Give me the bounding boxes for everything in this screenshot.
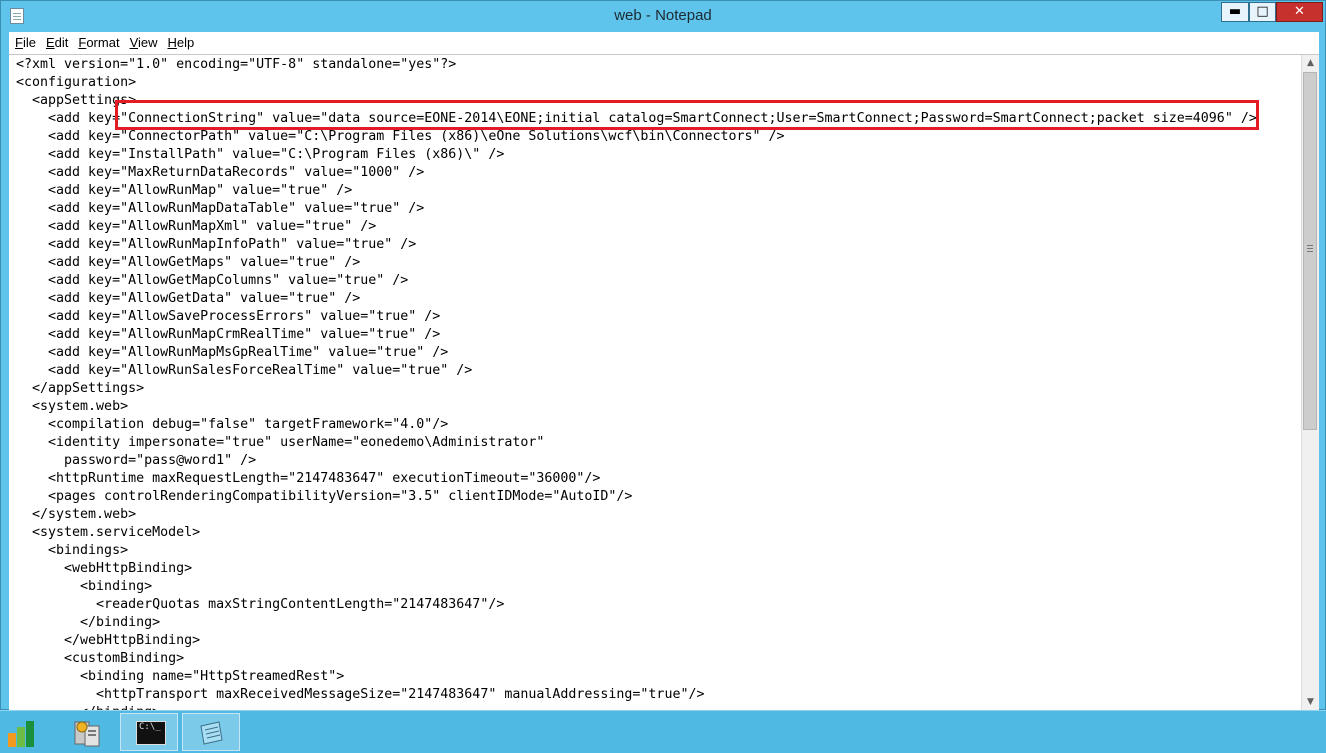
menu-file[interactable]: File <box>9 33 41 55</box>
scroll-grip-icon <box>1307 245 1313 246</box>
menu-format-rest: ormat <box>86 35 120 50</box>
text-line[interactable]: <add key="AllowRunMap" value="true" /> <box>16 182 1257 200</box>
text-line[interactable]: </system.web> <box>16 506 1257 524</box>
text-line[interactable]: <binding name="HttpStreamedRest"> <box>16 668 1257 686</box>
menu-help[interactable]: Help <box>163 33 200 55</box>
dynamics-start-button[interactable] <box>0 713 52 751</box>
text-line[interactable]: <add key="AllowSaveProcessErrors" value=… <box>16 308 1257 326</box>
text-line[interactable]: <compilation debug="false" targetFramewo… <box>16 416 1257 434</box>
server-manager-icon <box>74 721 100 747</box>
text-line[interactable]: <system.web> <box>16 398 1257 416</box>
text-line[interactable]: </binding> <box>16 614 1257 632</box>
text-line[interactable]: <add key="AllowGetData" value="true" /> <box>16 290 1257 308</box>
document-text[interactable]: <?xml version="1.0" encoding="UTF-8" sta… <box>16 56 1257 711</box>
close-button[interactable]: ✕ <box>1276 2 1323 22</box>
text-line[interactable]: <configuration> <box>16 74 1257 92</box>
command-prompt-icon: C:\_ <box>136 721 166 745</box>
notepad-taskbar-icon <box>200 721 223 745</box>
text-line[interactable]: <customBinding> <box>16 650 1257 668</box>
text-line[interactable]: <httpTransport maxReceivedMessageSize="2… <box>16 686 1257 704</box>
text-line[interactable]: <?xml version="1.0" encoding="UTF-8" sta… <box>16 56 1257 74</box>
menu-edit-key: E <box>45 35 55 50</box>
text-editor[interactable]: <?xml version="1.0" encoding="UTF-8" sta… <box>9 54 1319 711</box>
highlight-box <box>115 100 1259 130</box>
text-line[interactable]: <webHttpBinding> <box>16 560 1257 578</box>
text-line[interactable]: <pages controlRenderingCompatibilityVers… <box>16 488 1257 506</box>
text-line[interactable]: <binding> <box>16 578 1257 596</box>
taskbar-command-prompt[interactable]: C:\_ <box>120 713 178 751</box>
scroll-thumb[interactable] <box>1303 72 1317 430</box>
menu-view-key: V <box>129 35 138 50</box>
minimize-button[interactable]: ▬ <box>1221 2 1249 22</box>
menu-file-rest: ile <box>22 35 36 50</box>
text-line[interactable]: <add key="AllowRunMapXml" value="true" /… <box>16 218 1257 236</box>
taskbar-notepad[interactable] <box>182 713 240 751</box>
text-line[interactable]: <add key="AllowRunMapCrmRealTime" value=… <box>16 326 1257 344</box>
text-line[interactable]: <add key="InstallPath" value="C:\Program… <box>16 146 1257 164</box>
text-line[interactable]: password="pass@word1" /> <box>16 452 1257 470</box>
menu-file-key: F <box>15 35 23 50</box>
window-title: web - Notepad <box>614 7 712 24</box>
text-line[interactable]: <add key="ConnectorPath" value="C:\Progr… <box>16 128 1257 146</box>
vertical-scrollbar[interactable]: ▲ ▼ <box>1301 55 1319 711</box>
text-line[interactable]: <add key="MaxReturnDataRecords" value="1… <box>16 164 1257 182</box>
scroll-up-arrow-icon[interactable]: ▲ <box>1302 55 1319 72</box>
text-line[interactable]: <system.serviceModel> <box>16 524 1257 542</box>
text-line[interactable]: <add key="AllowGetMaps" value="true" /> <box>16 254 1257 272</box>
text-line[interactable]: <identity impersonate="true" userName="e… <box>16 434 1257 452</box>
taskbar: C:\_ <box>0 710 1326 753</box>
maximize-button[interactable]: □ <box>1249 2 1276 22</box>
taskbar-server-manager[interactable] <box>60 713 118 751</box>
text-line[interactable]: <add key="AllowRunMapMsGpRealTime" value… <box>16 344 1257 362</box>
text-line[interactable]: <bindings> <box>16 542 1257 560</box>
menu-view[interactable]: View <box>125 33 163 55</box>
text-line[interactable]: <add key="AllowGetMapColumns" value="tru… <box>16 272 1257 290</box>
menu-edit-rest: dit <box>54 35 69 50</box>
text-line[interactable]: </webHttpBinding> <box>16 632 1257 650</box>
menu-view-rest: iew <box>138 35 158 50</box>
dynamics-logo-icon <box>8 721 42 747</box>
menu-bar: File Edit Format View Help <box>9 32 1319 54</box>
menu-edit[interactable]: Edit <box>41 33 73 55</box>
scroll-down-arrow-icon[interactable]: ▼ <box>1302 694 1319 711</box>
text-line[interactable]: <add key="AllowRunMapInfoPath" value="tr… <box>16 236 1257 254</box>
title-bar[interactable]: web - Notepad ▬ □ ✕ <box>1 1 1325 31</box>
text-line[interactable]: <add key="AllowRunMapDataTable" value="t… <box>16 200 1257 218</box>
menu-format[interactable]: Format <box>73 33 124 55</box>
text-line[interactable]: <readerQuotas maxStringContentLength="21… <box>16 596 1257 614</box>
cmd-icon-text: C:\_ <box>139 722 161 732</box>
text-line[interactable]: </appSettings> <box>16 380 1257 398</box>
menu-help-key: H <box>167 35 177 50</box>
menu-help-rest: elp <box>176 35 195 50</box>
notepad-window: web - Notepad ▬ □ ✕ File Edit Format View He… <box>0 0 1326 711</box>
text-line[interactable]: <add key="AllowRunSalesForceRealTime" va… <box>16 362 1257 380</box>
text-line[interactable]: <httpRuntime maxRequestLength="214748364… <box>16 470 1257 488</box>
